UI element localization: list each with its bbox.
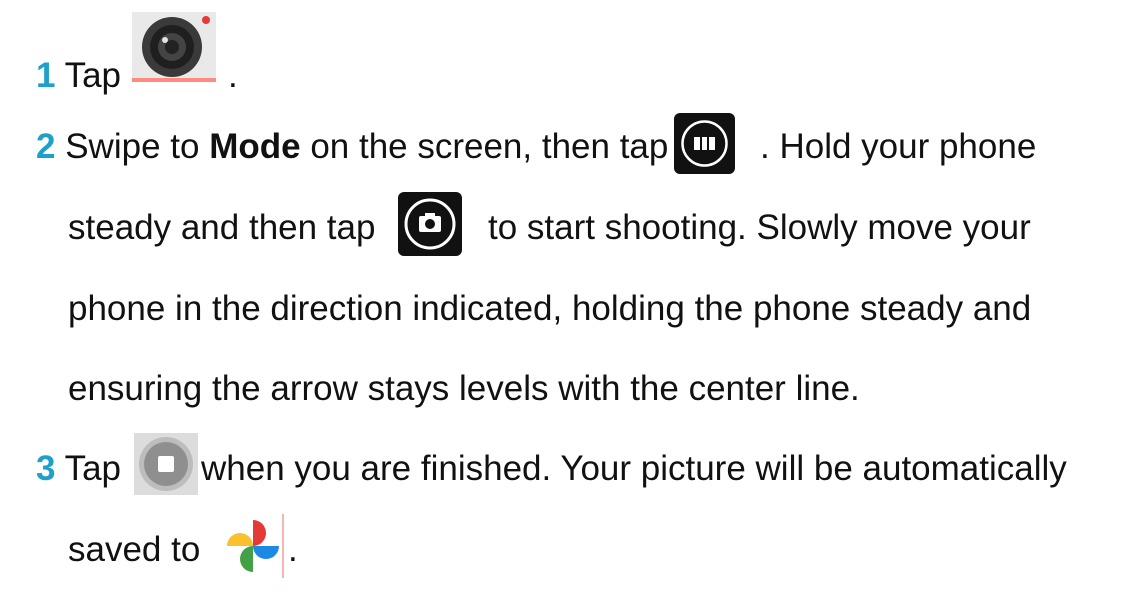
- mode-label: Mode: [209, 127, 301, 166]
- step-2-text-a: Swipe to: [65, 127, 200, 166]
- step-2-text-c: . Hold your phone: [760, 127, 1037, 166]
- step-2-line-2a: steady and then tap: [68, 208, 376, 247]
- camera-app-icon: [132, 12, 216, 82]
- step-number-2: 2: [36, 127, 56, 166]
- stop-recording-icon: [134, 433, 198, 495]
- step-3-period: .: [288, 530, 298, 569]
- step-number-3: 3: [36, 449, 56, 488]
- step-3-text-a: Tap: [64, 449, 121, 488]
- step-2-line-2b: to start shooting. Slowly move your: [488, 208, 1031, 247]
- step-number-1: 1: [36, 56, 56, 95]
- step-1-text: Tap: [64, 56, 121, 95]
- panorama-mode-icon: [674, 113, 735, 174]
- step-1-period: .: [228, 56, 238, 95]
- step-2-text-b: on the screen, then tap: [310, 127, 669, 166]
- step-2-line-3: phone in the direction indicated, holdin…: [68, 289, 1032, 328]
- step-3-line-1a: 3 Tap: [36, 449, 121, 489]
- step-3-line-1b: when you are finished. Your picture will…: [201, 449, 1067, 488]
- step-2-line-4: ensuring the arrow stays levels with the…: [68, 369, 860, 408]
- step-3-line-2a: saved to: [68, 530, 201, 569]
- google-photos-icon: [222, 514, 284, 578]
- shutter-camera-icon: [398, 192, 462, 256]
- step-2-line-1: 2 Swipe to Mode on the screen, then tap: [36, 127, 668, 167]
- step-1-line: 1 Tap: [36, 56, 121, 96]
